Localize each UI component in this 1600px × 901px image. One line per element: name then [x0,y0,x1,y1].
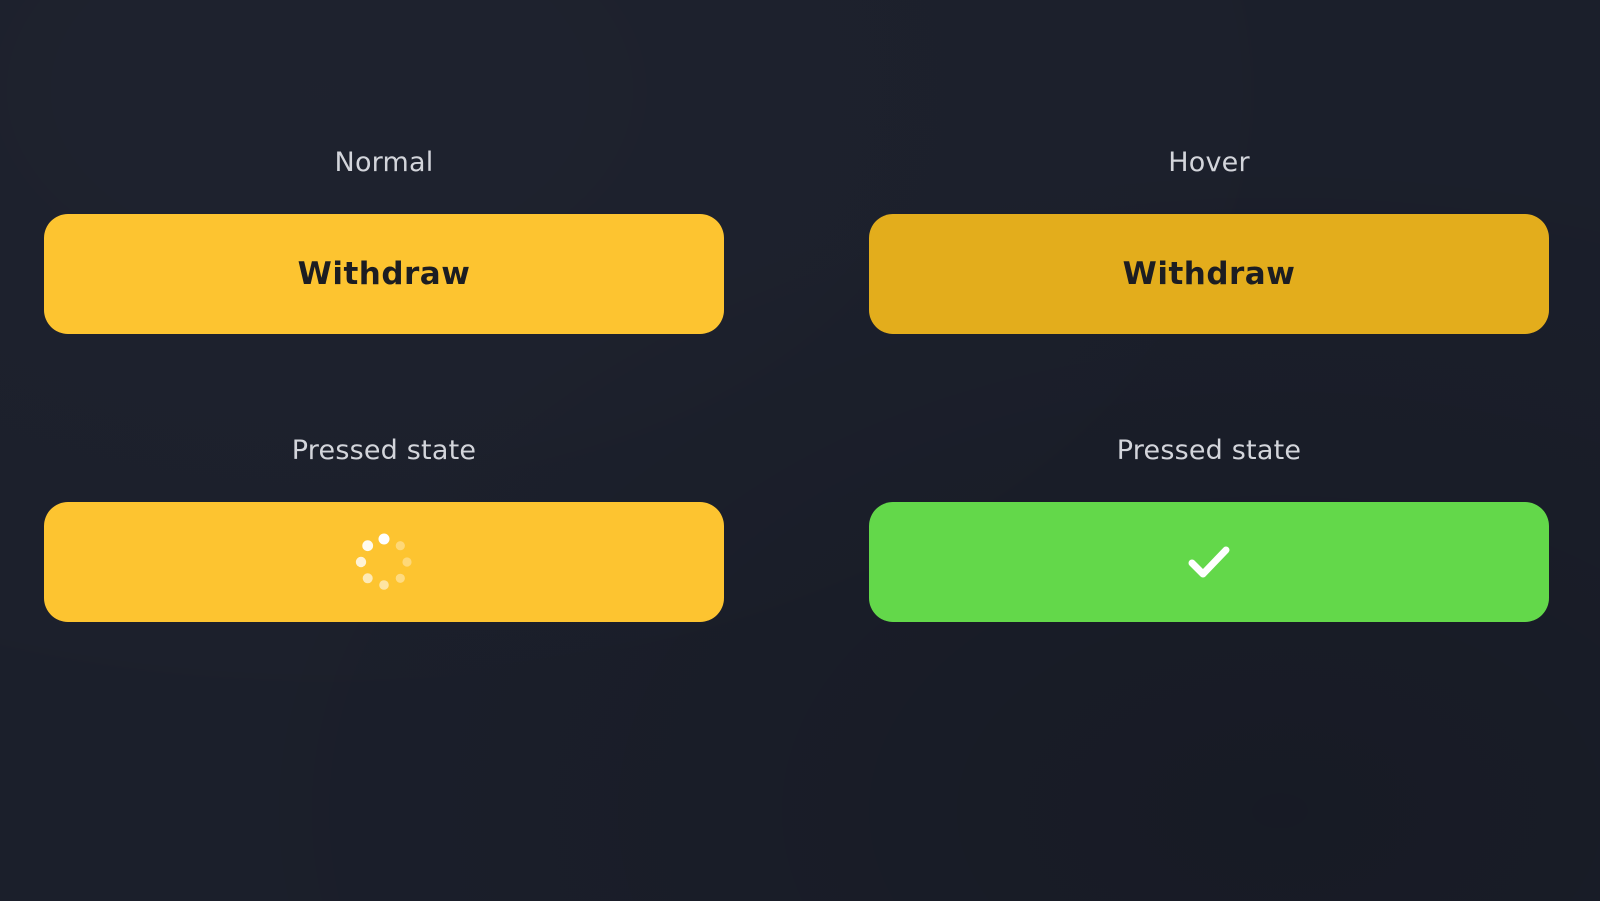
withdraw-button-label: Withdraw [1122,256,1296,292]
checkmark-icon [1188,546,1230,578]
withdraw-button-pressed-loading[interactable] [44,502,724,622]
withdraw-button-hover[interactable]: Withdraw [869,214,1549,334]
state-label-pressed-success: Pressed state [1116,435,1302,466]
withdraw-button-label: Withdraw [297,256,471,292]
withdraw-button-normal[interactable]: Withdraw [44,214,724,334]
loading-spinner-icon [355,533,412,590]
withdraw-button-pressed-success[interactable] [869,502,1549,622]
state-label-pressed-loading: Pressed state [291,435,477,466]
state-label-hover: Hover [1168,147,1250,178]
state-label-normal: Normal [334,147,434,178]
